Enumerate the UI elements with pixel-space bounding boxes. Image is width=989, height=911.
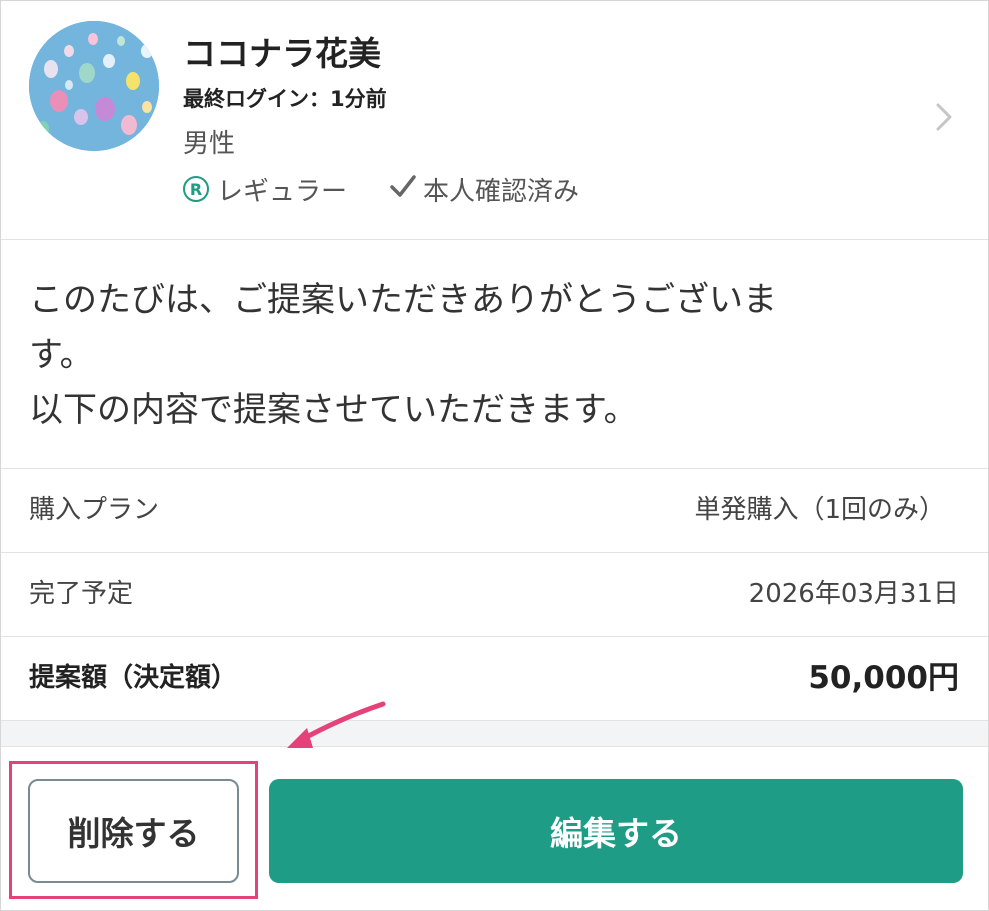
balloons-photo bbox=[29, 21, 159, 151]
amount-label: 提案額（決定額） bbox=[29, 663, 238, 693]
edit-button[interactable]: 編集する bbox=[269, 779, 963, 883]
pink-arrow bbox=[287, 701, 386, 748]
message-line: す。 bbox=[29, 335, 94, 375]
due-label: 完了予定 bbox=[29, 579, 134, 609]
detail-row-plan: 購入プラン 単発購入（1回のみ） bbox=[1, 469, 988, 553]
proposal-message-text: このたびは、ご提案いただきありがとうございま す。 以下の内容で提案させていただ… bbox=[29, 273, 909, 438]
detail-row-due: 完了予定 2026年03月31日 bbox=[1, 553, 988, 637]
seller-profile[interactable]: ココナラ花美 最終ログイン：1分前 男性 R レギュラー 本人確認済み bbox=[1, 1, 988, 240]
gender: 男性 bbox=[183, 129, 236, 159]
amount-value: 50,000円 bbox=[808, 660, 959, 696]
rank-label: レギュラー bbox=[217, 176, 348, 207]
seller-badges: R レギュラー 本人確認済み bbox=[183, 171, 579, 207]
plan-value: 単発購入（1回のみ） bbox=[694, 495, 945, 525]
section-divider bbox=[1, 721, 988, 747]
delete-button[interactable]: 削除する bbox=[28, 779, 239, 883]
check-icon bbox=[389, 173, 417, 206]
chevron-right-icon[interactable] bbox=[931, 99, 957, 135]
avatar bbox=[29, 21, 159, 151]
proposal-card: ココナラ花美 最終ログイン：1分前 男性 R レギュラー 本人確認済み このたび… bbox=[0, 0, 989, 911]
message-line: 以下の内容で提案させていただきます。 bbox=[29, 390, 638, 430]
last-login: 最終ログイン：1分前 bbox=[183, 87, 387, 111]
verified-label: 本人確認済み bbox=[423, 176, 580, 207]
due-value: 2026年03月31日 bbox=[748, 579, 959, 609]
plan-label: 購入プラン bbox=[29, 495, 160, 525]
seller-name: ココナラ花美 bbox=[183, 34, 381, 73]
detail-row-amount: 提案額（決定額） 50,000円 bbox=[1, 637, 988, 721]
registered-r-icon: R bbox=[183, 176, 209, 202]
message-line: このたびは、ご提案いただきありがとうございま bbox=[29, 280, 777, 320]
